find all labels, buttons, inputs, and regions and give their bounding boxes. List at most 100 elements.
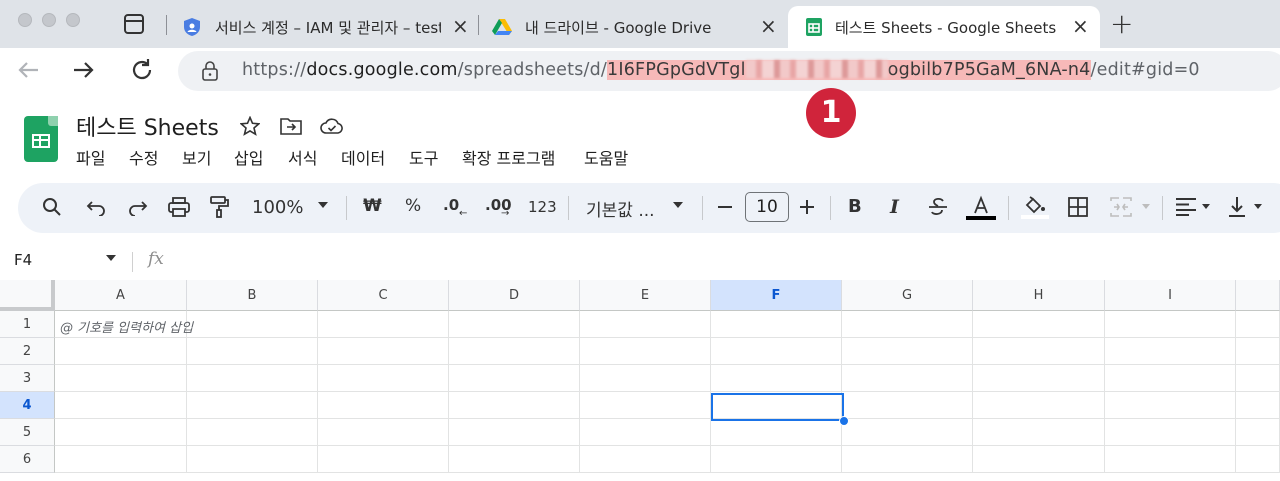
column-header-d[interactable]: D xyxy=(449,280,580,311)
grid-cell[interactable] xyxy=(1105,419,1236,446)
grid-cell[interactable] xyxy=(318,311,449,338)
grid-cell[interactable] xyxy=(449,311,580,338)
grid-cell[interactable] xyxy=(842,446,973,473)
grid-cell[interactable] xyxy=(187,446,318,473)
window-close-button[interactable] xyxy=(18,13,32,27)
row-header-2[interactable]: 2 xyxy=(0,338,55,365)
forward-arrow-icon[interactable] xyxy=(68,54,100,86)
align-dropdown-caret-icon[interactable] xyxy=(1202,204,1210,209)
grid-cell[interactable] xyxy=(973,338,1105,365)
column-header-j[interactable] xyxy=(1236,280,1280,311)
tab-close-icon[interactable]: × xyxy=(452,16,469,36)
select-all-corner[interactable] xyxy=(0,280,55,311)
tab-close-icon[interactable]: × xyxy=(760,16,777,36)
row-header-5[interactable]: 5 xyxy=(0,419,55,446)
grid-cell[interactable] xyxy=(187,419,318,446)
menu-view[interactable]: 보기 xyxy=(182,145,211,169)
grid-cell[interactable] xyxy=(1236,392,1280,419)
name-box[interactable]: F4 xyxy=(14,251,32,269)
grid-cell[interactable] xyxy=(842,392,973,419)
column-header-h[interactable]: H xyxy=(973,280,1105,311)
tab-iam-service-accounts[interactable]: 서비스 계정 – IAM 및 관리자 – test × xyxy=(180,6,475,48)
number-format-button[interactable]: 123 xyxy=(528,198,557,216)
grid-cell[interactable] xyxy=(449,338,580,365)
reload-icon[interactable] xyxy=(126,54,158,86)
fill-color-icon[interactable] xyxy=(1021,194,1049,220)
grid-cell[interactable] xyxy=(187,338,318,365)
column-header-a[interactable]: A xyxy=(55,280,187,311)
zoom-dropdown-caret-icon[interactable] xyxy=(318,202,328,208)
font-size-input[interactable]: 10 xyxy=(745,192,789,222)
name-box-caret-icon[interactable] xyxy=(106,255,116,261)
tab-google-drive[interactable]: 내 드라이브 - Google Drive × xyxy=(490,6,785,48)
grid-cell[interactable] xyxy=(1236,419,1280,446)
grid-cell[interactable] xyxy=(842,338,973,365)
grid-cell[interactable] xyxy=(1236,446,1280,473)
column-header-e[interactable]: E xyxy=(580,280,711,311)
window-zoom-button[interactable] xyxy=(66,13,80,27)
grid-cell[interactable] xyxy=(449,419,580,446)
back-arrow-icon[interactable] xyxy=(12,54,44,86)
grid-cell[interactable] xyxy=(580,392,711,419)
zoom-select[interactable]: 100% xyxy=(252,197,303,218)
valign-dropdown-caret-icon[interactable] xyxy=(1254,204,1262,209)
grid-cell[interactable] xyxy=(1105,338,1236,365)
grid-cell[interactable] xyxy=(187,311,318,338)
grid-cell[interactable] xyxy=(842,365,973,392)
grid-cell[interactable] xyxy=(1236,338,1280,365)
grid-cell[interactable] xyxy=(1236,365,1280,392)
grid-cell[interactable] xyxy=(580,365,711,392)
grid-cell[interactable] xyxy=(318,365,449,392)
grid-cell[interactable] xyxy=(318,338,449,365)
italic-icon[interactable]: I xyxy=(890,196,899,218)
grid-cell[interactable] xyxy=(711,419,842,446)
menu-insert[interactable]: 삽입 xyxy=(234,145,263,169)
grid-cell[interactable] xyxy=(711,338,842,365)
row-header-4[interactable]: 4 xyxy=(0,392,55,419)
redo-icon[interactable] xyxy=(128,198,148,216)
font-family-select[interactable]: 기본값 ... xyxy=(586,196,655,221)
grid-cell[interactable] xyxy=(449,446,580,473)
grid-cell[interactable] xyxy=(580,446,711,473)
grid-cell[interactable] xyxy=(55,446,187,473)
grid-cell[interactable] xyxy=(318,392,449,419)
cloud-saved-icon[interactable] xyxy=(320,118,344,134)
grid-cell[interactable] xyxy=(973,446,1105,473)
sidebar-toggle-icon[interactable] xyxy=(124,14,144,34)
address-bar[interactable]: https://docs.google.com/spreadsheets/d/1… xyxy=(178,51,1280,91)
vertical-align-icon[interactable] xyxy=(1228,196,1246,218)
grid-cell[interactable] xyxy=(973,419,1105,446)
grid-cell[interactable] xyxy=(187,392,318,419)
grid-cell[interactable] xyxy=(55,365,187,392)
merge-dropdown-caret-icon[interactable] xyxy=(1142,204,1150,209)
menu-file[interactable]: 파일 xyxy=(76,145,105,169)
grid-cell[interactable] xyxy=(1105,446,1236,473)
search-icon[interactable] xyxy=(42,197,62,217)
grid-cell[interactable] xyxy=(580,338,711,365)
grid-cell[interactable] xyxy=(973,311,1105,338)
row-header-3[interactable]: 3 xyxy=(0,365,55,392)
grid-cell[interactable] xyxy=(55,419,187,446)
grid-cell[interactable] xyxy=(449,392,580,419)
menu-data[interactable]: 데이터 xyxy=(341,145,385,169)
grid-cell[interactable] xyxy=(55,338,187,365)
grid-cell[interactable] xyxy=(318,446,449,473)
merge-cells-icon[interactable] xyxy=(1110,197,1132,217)
fill-handle[interactable] xyxy=(839,416,849,426)
column-header-g[interactable]: G xyxy=(842,280,973,311)
grid-cell[interactable] xyxy=(1105,365,1236,392)
grid-cell[interactable] xyxy=(842,419,973,446)
decrease-decimal-button[interactable]: .0 xyxy=(443,196,459,214)
grid-cell[interactable] xyxy=(318,419,449,446)
grid-cell[interactable] xyxy=(711,446,842,473)
grid-cell[interactable] xyxy=(973,392,1105,419)
document-title[interactable]: 테스트 Sheets xyxy=(76,110,219,142)
menu-help[interactable]: 도움말 xyxy=(584,145,628,169)
grid-cell[interactable] xyxy=(711,365,842,392)
percent-format-button[interactable]: % xyxy=(405,196,421,216)
grid-cell[interactable] xyxy=(842,311,973,338)
menu-extensions[interactable]: 확장 프로그램 xyxy=(462,145,555,169)
grid-cell[interactable] xyxy=(1105,311,1236,338)
row-header-1[interactable]: 1 xyxy=(0,311,55,338)
sheets-logo-icon[interactable] xyxy=(24,116,58,162)
